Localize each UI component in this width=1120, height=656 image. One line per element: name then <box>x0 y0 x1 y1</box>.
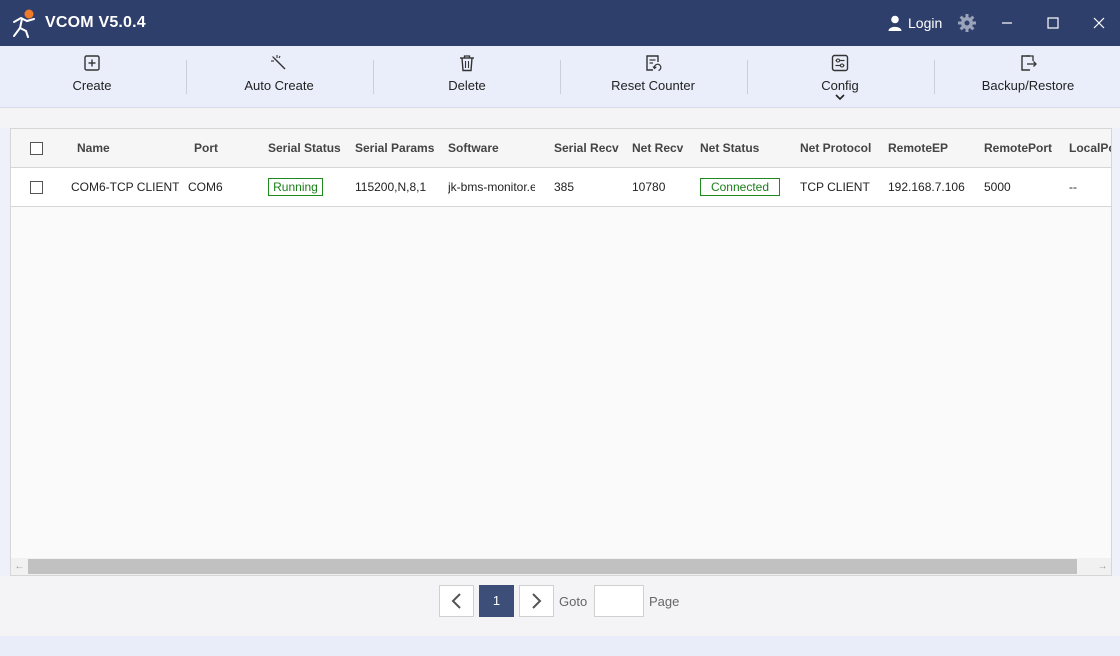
toolbar-divider <box>186 60 187 94</box>
delete-button[interactable]: Delete <box>436 46 498 108</box>
status-bar <box>0 636 1120 656</box>
cell-name: COM6-TCP CLIENT <box>71 180 180 194</box>
column-header-remote-ep[interactable]: RemoteEP <box>888 141 948 155</box>
reset-counter-button[interactable]: Reset Counter <box>606 46 700 108</box>
column-header-serial-recv[interactable]: Serial Recv <box>554 141 619 155</box>
connection-table: Name Port Serial Status Serial Params So… <box>10 128 1112 576</box>
column-header-local-port[interactable]: LocalPo <box>1069 141 1111 155</box>
page-label: Page <box>649 594 680 609</box>
scrollbar-thumb[interactable] <box>28 559 1077 574</box>
row-checkbox[interactable] <box>30 181 43 194</box>
column-header-port[interactable]: Port <box>194 141 218 155</box>
config-label: Config <box>821 78 859 93</box>
chevron-right-icon <box>532 593 542 609</box>
goto-label: Goto <box>559 594 588 609</box>
cell-serial-params: 115200,N,8,1 <box>355 180 427 194</box>
title-bar: VCOM V5.0.4 Login <box>0 0 1120 46</box>
cell-net-recv: 10780 <box>632 180 666 194</box>
login-label: Login <box>908 15 943 31</box>
backup-restore-button[interactable]: Backup/Restore <box>978 46 1078 108</box>
column-header-net-recv[interactable]: Net Recv <box>632 141 683 155</box>
auto-create-button[interactable]: Auto Create <box>234 46 324 108</box>
goto-page-input[interactable] <box>594 585 644 617</box>
toolbar-divider <box>560 60 561 94</box>
close-icon[interactable] <box>1088 12 1110 34</box>
select-all-checkbox[interactable] <box>30 142 43 155</box>
column-header-serial-status[interactable]: Serial Status <box>268 141 341 155</box>
scroll-left-icon[interactable]: ← <box>11 558 28 575</box>
table-header: Name Port Serial Status Serial Params So… <box>11 129 1111 168</box>
app-title: VCOM V5.0.4 <box>45 14 146 31</box>
auto-create-label: Auto Create <box>244 78 314 93</box>
cell-remote-port: 5000 <box>984 180 1011 194</box>
horizontal-scrollbar[interactable]: ← → <box>11 558 1111 575</box>
column-header-software[interactable]: Software <box>448 141 499 155</box>
config-button[interactable]: Config <box>812 46 868 108</box>
column-header-net-status[interactable]: Net Status <box>700 141 759 155</box>
column-header-serial-params[interactable]: Serial Params <box>355 141 434 155</box>
create-label: Create <box>72 78 112 93</box>
plus-square-icon <box>84 55 100 71</box>
toolbar-divider <box>373 60 374 94</box>
cell-software: jk-bms-monitor.e <box>448 180 535 194</box>
cell-serial-recv: 385 <box>554 180 575 194</box>
scroll-right-icon[interactable]: → <box>1094 558 1111 575</box>
prev-page-button[interactable] <box>439 585 474 617</box>
toolbar: Create Auto Create Delete Reset Counter … <box>0 46 1120 108</box>
cell-port: COM6 <box>188 180 223 194</box>
table-row[interactable]: COM6-TCP CLIENT COM6 Running 115200,N,8,… <box>11 168 1111 207</box>
backup-restore-label: Backup/Restore <box>981 78 1075 93</box>
sliders-icon <box>831 54 849 72</box>
trash-icon <box>460 55 474 72</box>
net-status-badge: Connected <box>700 178 780 196</box>
reset-counter-label: Reset Counter <box>611 78 695 93</box>
column-header-net-protocol[interactable]: Net Protocol <box>800 141 871 155</box>
magic-wand-icon <box>271 55 286 70</box>
pagination: 1 Goto Page <box>0 576 1120 636</box>
cell-local-port: -- <box>1069 180 1077 194</box>
toolbar-spacer <box>0 108 1120 128</box>
reset-counter-icon <box>646 55 662 72</box>
create-button[interactable]: Create <box>60 46 124 108</box>
column-header-name[interactable]: Name <box>77 141 110 155</box>
maximize-icon[interactable] <box>1042 12 1064 34</box>
app-logo-icon <box>13 9 35 38</box>
chevron-left-icon <box>451 593 461 609</box>
minimize-icon[interactable] <box>996 12 1018 34</box>
next-page-button[interactable] <box>519 585 554 617</box>
login-button[interactable]: Login <box>888 14 942 32</box>
column-header-remote-port[interactable]: RemotePort <box>984 141 1052 155</box>
export-icon <box>1021 55 1037 71</box>
settings-gear-icon[interactable] <box>956 12 978 34</box>
toolbar-divider <box>934 60 935 94</box>
page-number-current[interactable]: 1 <box>479 585 514 617</box>
delete-label: Delete <box>448 78 486 93</box>
user-icon <box>888 15 902 31</box>
serial-status-badge: Running <box>268 178 323 196</box>
cell-remote-ep: 192.168.7.106 <box>888 180 965 194</box>
cell-net-protocol: TCP CLIENT <box>800 180 870 194</box>
toolbar-divider <box>747 60 748 94</box>
chevron-down-icon[interactable] <box>835 94 845 100</box>
